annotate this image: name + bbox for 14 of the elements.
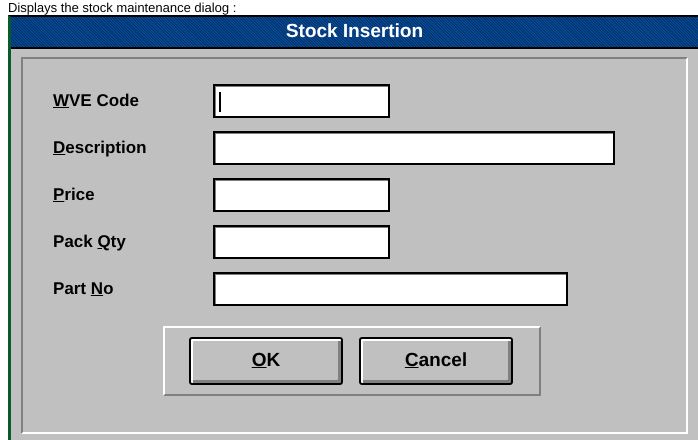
- input-field[interactable]: [213, 84, 390, 118]
- cancel-button[interactable]: Cancel: [359, 337, 513, 385]
- input-field[interactable]: [213, 224, 390, 258]
- input-field[interactable]: [213, 130, 615, 164]
- input-field[interactable]: [213, 178, 390, 212]
- field-label: WVE Code: [53, 90, 140, 110]
- input-field[interactable]: [213, 272, 568, 306]
- field-label: Pack Qty: [53, 232, 127, 252]
- field-label: Price: [53, 184, 96, 204]
- field-label: Part No: [53, 278, 114, 298]
- caption-text: Displays the stock maintenance dialog :: [7, 0, 238, 15]
- field-label: Description: [53, 138, 148, 158]
- ok-button[interactable]: OK: [189, 337, 343, 385]
- window-title: Stock Insertion: [11, 17, 698, 49]
